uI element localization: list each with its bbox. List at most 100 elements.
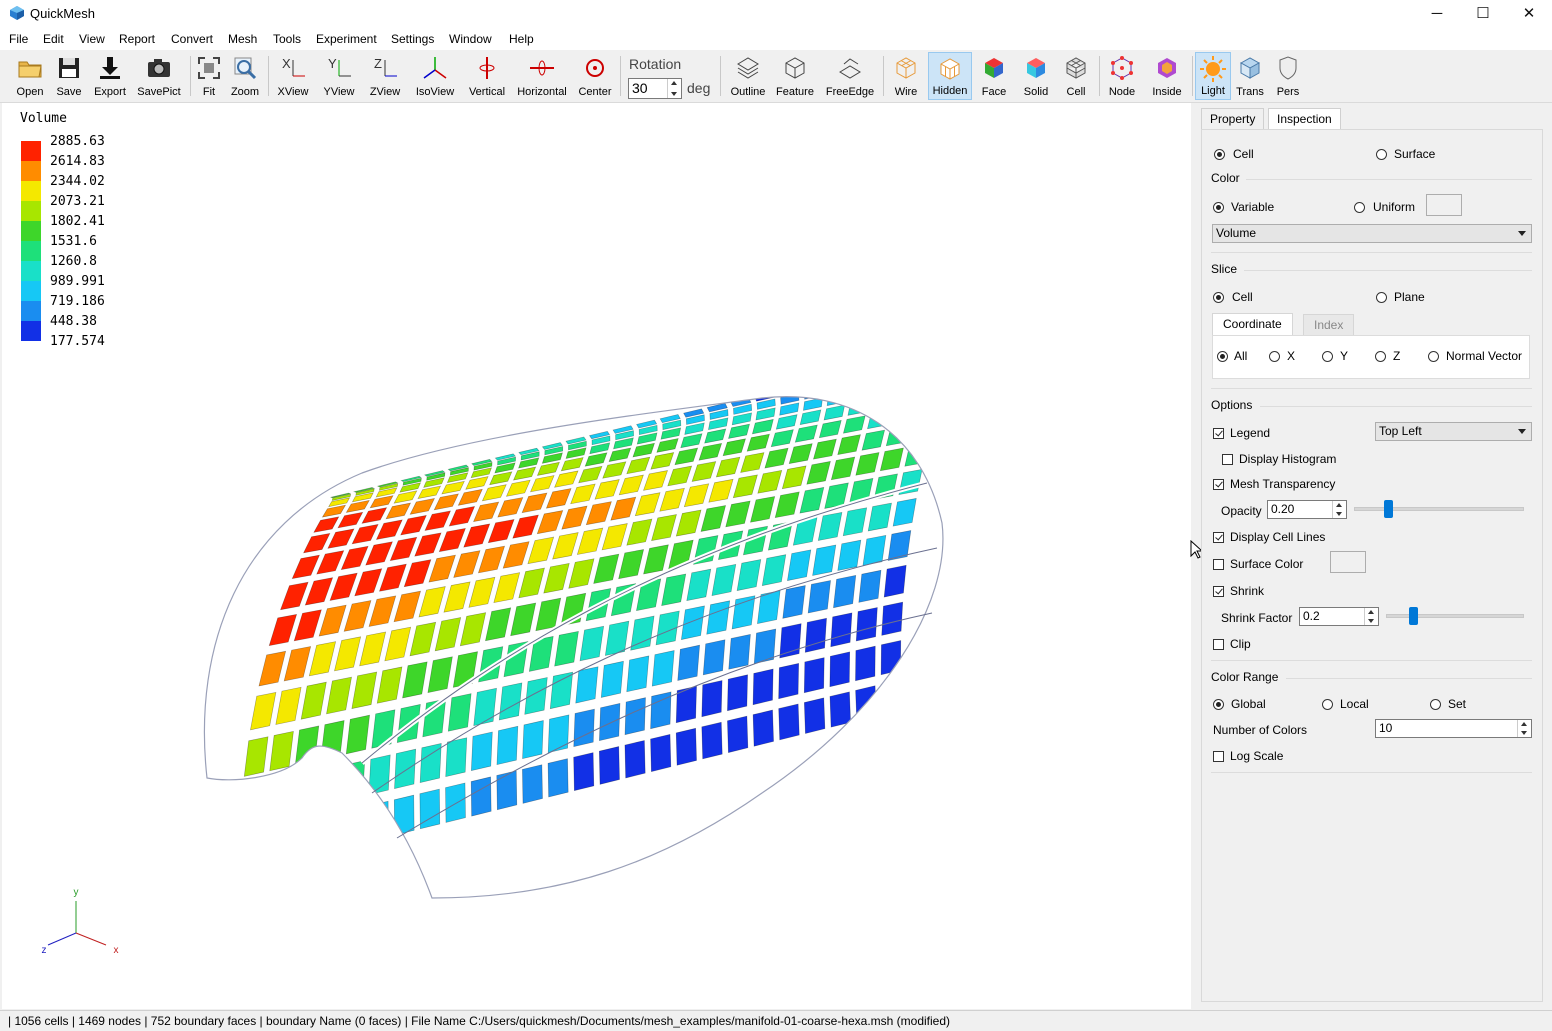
- target-cell-radio[interactable]: [1214, 149, 1225, 160]
- display-histogram-checkbox[interactable]: [1222, 454, 1233, 465]
- opacity-slider[interactable]: [1354, 507, 1524, 511]
- slice-plane-radio[interactable]: [1376, 292, 1387, 303]
- range-local-radio[interactable]: [1322, 699, 1333, 710]
- mesh-transparency-checkbox[interactable]: [1213, 479, 1224, 490]
- mesh-cell: [651, 650, 675, 687]
- cell-button[interactable]: Cell: [1058, 52, 1094, 100]
- mesh-cell: [489, 471, 513, 486]
- feature-button[interactable]: Feature: [773, 52, 817, 100]
- yview-button[interactable]: Y YView: [318, 52, 360, 100]
- display-cell-lines-checkbox[interactable]: [1213, 532, 1224, 543]
- menu-report[interactable]: Report: [119, 32, 155, 46]
- menu-view[interactable]: View: [79, 32, 105, 46]
- menu-edit[interactable]: Edit: [43, 32, 64, 46]
- node-button[interactable]: Node: [1103, 52, 1141, 100]
- zoom-button[interactable]: Zoom: [226, 52, 264, 100]
- shrink-factor-input[interactable]: 0.2: [1299, 607, 1379, 626]
- surface-color-picker[interactable]: [1330, 551, 1366, 573]
- shrink-factor-slider-handle[interactable]: [1409, 607, 1419, 625]
- mesh-cell: [818, 420, 842, 439]
- opacity-slider-handle[interactable]: [1383, 500, 1393, 518]
- toolbar-label: Center: [578, 86, 612, 98]
- hidden-icon: [940, 58, 960, 80]
- horizontal-button[interactable]: Horizontal: [514, 52, 570, 100]
- save-button[interactable]: Save: [50, 52, 88, 100]
- pers-button[interactable]: Pers: [1271, 52, 1305, 100]
- legend-position-dropdown[interactable]: Top Left: [1375, 422, 1532, 441]
- fit-button[interactable]: Fit: [193, 52, 225, 100]
- rotation-spinner[interactable]: [667, 79, 681, 98]
- slice-y-radio[interactable]: [1322, 351, 1333, 362]
- menu-window[interactable]: Window: [449, 32, 492, 46]
- mesh-cell: [496, 770, 518, 811]
- range-set-radio[interactable]: [1430, 699, 1441, 710]
- face-button[interactable]: Face: [975, 52, 1013, 100]
- menu-convert[interactable]: Convert: [171, 32, 213, 46]
- slice-normal-vector-radio[interactable]: [1428, 351, 1439, 362]
- minimize-button[interactable]: ─: [1414, 0, 1460, 28]
- mesh-cell: [334, 636, 362, 672]
- floppy-icon: [59, 58, 79, 78]
- savepict-button[interactable]: SavePict: [133, 52, 185, 100]
- close-button[interactable]: ✕: [1506, 0, 1552, 28]
- toolbar-separator: [620, 56, 621, 96]
- color-variable-radio[interactable]: [1213, 202, 1224, 213]
- inside-button[interactable]: Inside: [1146, 52, 1188, 100]
- surface-color-checkbox[interactable]: [1213, 559, 1224, 570]
- menu-settings[interactable]: Settings: [391, 32, 434, 46]
- slice-z-radio[interactable]: [1375, 351, 1386, 362]
- opacity-input[interactable]: 0.20: [1267, 500, 1347, 519]
- menu-help[interactable]: Help: [509, 32, 534, 46]
- shrink-factor-slider[interactable]: [1386, 614, 1524, 618]
- mesh-cell: [280, 581, 309, 611]
- mesh-cell: [313, 516, 340, 533]
- mesh-cell: [342, 760, 366, 801]
- tab-inspection[interactable]: Inspection: [1268, 108, 1341, 130]
- display-histogram-label: Display Histogram: [1239, 452, 1337, 466]
- opacity-spinner[interactable]: [1332, 501, 1346, 518]
- menu-experiment[interactable]: Experiment: [316, 32, 377, 46]
- hidden-button[interactable]: Hidden: [928, 52, 972, 100]
- trans-button[interactable]: Trans: [1233, 52, 1267, 100]
- number-of-colors-input[interactable]: 10: [1375, 719, 1532, 738]
- uniform-color-picker[interactable]: [1426, 194, 1462, 216]
- mesh-cell: [433, 493, 459, 511]
- range-global-radio[interactable]: [1213, 699, 1224, 710]
- slice-x-radio[interactable]: [1269, 351, 1280, 362]
- viewport-3d[interactable]: Volume 2885.63 2614.83 2344.02 2073.21 1802.…: [2, 103, 1191, 1009]
- number-of-colors-spinner[interactable]: [1517, 720, 1531, 737]
- rotation-input[interactable]: 30: [628, 78, 682, 99]
- log-scale-checkbox[interactable]: [1213, 751, 1224, 762]
- subtab-coordinate[interactable]: Coordinate: [1212, 313, 1293, 335]
- mesh-cell: [715, 456, 741, 478]
- menu-mesh[interactable]: Mesh: [228, 32, 257, 46]
- maximize-button[interactable]: ☐: [1460, 0, 1506, 28]
- mesh-cell: [481, 484, 507, 502]
- isoview-button[interactable]: IsoView: [410, 52, 460, 100]
- zview-button[interactable]: Z ZView: [364, 52, 406, 100]
- wire-button[interactable]: Wire: [887, 52, 925, 100]
- target-surface-radio[interactable]: [1376, 149, 1387, 160]
- vertical-button[interactable]: Vertical: [464, 52, 510, 100]
- menu-file[interactable]: File: [9, 32, 28, 46]
- light-button[interactable]: Light: [1195, 52, 1231, 100]
- center-button[interactable]: Center: [574, 52, 616, 100]
- subtab-index[interactable]: Index: [1303, 314, 1355, 336]
- color-uniform-radio[interactable]: [1354, 202, 1365, 213]
- variable-dropdown[interactable]: Volume: [1212, 224, 1532, 243]
- legend-checkbox[interactable]: [1213, 428, 1224, 439]
- clip-checkbox[interactable]: [1213, 639, 1224, 650]
- export-button[interactable]: Export: [88, 52, 132, 100]
- shrink-checkbox[interactable]: [1213, 586, 1224, 597]
- xview-button[interactable]: X XView: [272, 52, 314, 100]
- menu-tools[interactable]: Tools: [273, 32, 301, 46]
- freeedge-button[interactable]: FreeEdge: [822, 52, 878, 100]
- solid-button[interactable]: Solid: [1017, 52, 1055, 100]
- shrink-factor-spinner[interactable]: [1364, 608, 1378, 625]
- tab-property[interactable]: Property: [1201, 108, 1265, 130]
- open-button[interactable]: Open: [10, 52, 50, 100]
- outline-button[interactable]: Outline: [726, 52, 770, 100]
- mesh-cell: [833, 575, 857, 609]
- slice-all-radio[interactable]: [1217, 351, 1228, 362]
- slice-cell-radio[interactable]: [1213, 292, 1224, 303]
